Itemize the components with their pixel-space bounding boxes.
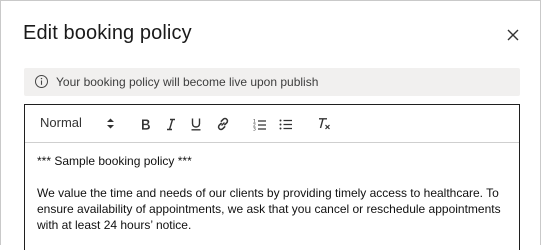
editor-toolbar: Normal 1 2 3 xyxy=(25,105,519,143)
underline-button[interactable] xyxy=(186,114,206,134)
italic-icon xyxy=(167,118,175,130)
bullet-list-icon xyxy=(279,119,292,129)
edit-booking-policy-dialog: Edit booking policy Your booking policy … xyxy=(0,0,541,250)
banner-message: Your booking policy will become live upo… xyxy=(56,75,319,89)
close-icon[interactable] xyxy=(505,27,521,43)
rich-text-editor[interactable]: Normal 1 2 3 *** Sample booking policy *… xyxy=(24,104,520,250)
bold-button[interactable] xyxy=(136,114,156,134)
svg-text:3: 3 xyxy=(253,126,256,131)
italic-button[interactable] xyxy=(161,114,181,134)
policy-heading-line: *** Sample booking policy *** xyxy=(37,154,192,168)
link-icon xyxy=(217,117,229,131)
link-button[interactable] xyxy=(213,114,233,134)
dialog-title: Edit booking policy xyxy=(23,22,192,44)
ordered-list-button[interactable]: 1 2 3 xyxy=(250,114,270,134)
ordered-list-icon: 1 2 3 xyxy=(253,118,266,131)
text-format-select[interactable]: Normal xyxy=(40,115,82,130)
policy-paragraph: We value the time and needs of our clien… xyxy=(37,186,501,232)
info-icon xyxy=(35,75,48,88)
bold-icon xyxy=(142,119,150,130)
select-arrows-icon[interactable] xyxy=(106,117,115,130)
editor-content[interactable]: *** Sample booking policy *** We value t… xyxy=(37,153,511,249)
bullet-list-button[interactable] xyxy=(276,114,296,134)
clear-format-icon xyxy=(318,118,330,130)
info-banner: Your booking policy will become live upo… xyxy=(24,68,520,96)
clear-format-button[interactable] xyxy=(314,114,334,134)
underline-icon xyxy=(191,118,201,131)
